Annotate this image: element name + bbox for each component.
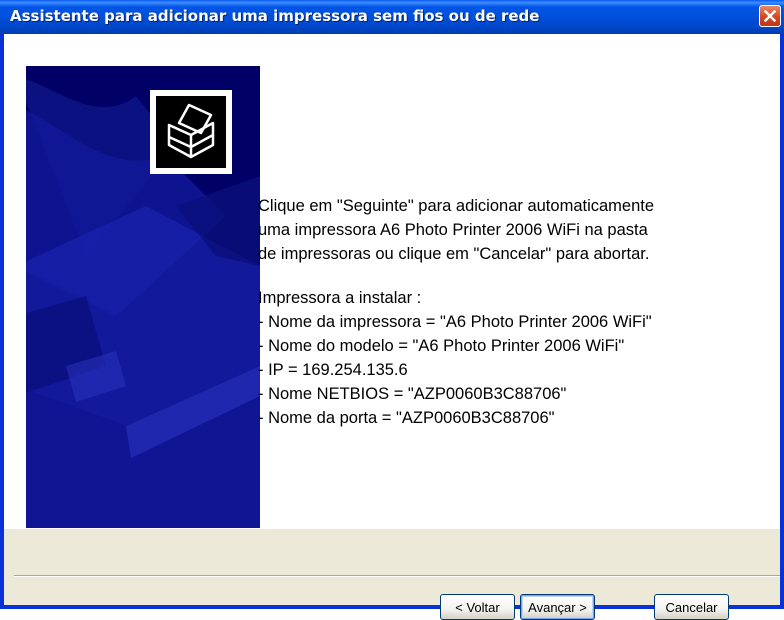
intro-line: uma impressora A6 Photo Printer 2006 WiF… — [258, 221, 648, 239]
wizard-message: Clique em "Seguinte" para adicionar auto… — [258, 194, 758, 430]
detail-ip: - IP = 169.254.135.6 — [258, 361, 408, 379]
dialog-client-area: Clique em "Seguinte" para adicionar auto… — [4, 34, 780, 620]
next-button[interactable]: Avançar > — [520, 594, 595, 620]
footer-separator — [14, 575, 780, 577]
close-icon — [764, 10, 776, 22]
install-heading: Impressora a instalar : — [258, 289, 422, 307]
detail-netbios: - Nome NETBIOS = "AZP0060B3C88706" — [258, 385, 567, 403]
detail-model-name: - Nome do modelo = "A6 Photo Printer 200… — [258, 337, 625, 355]
title-bar[interactable]: Assistente para adicionar uma impressora… — [0, 0, 784, 34]
wizard-content: Clique em "Seguinte" para adicionar auto… — [4, 34, 780, 529]
window-title: Assistente para adicionar uma impressora… — [10, 7, 540, 25]
back-button[interactable]: < Voltar — [440, 594, 515, 620]
close-button[interactable] — [759, 5, 781, 27]
intro-line: de impressoras ou clique em "Cancelar" p… — [258, 245, 650, 263]
side-illustration — [26, 66, 260, 528]
printer-icon — [167, 103, 215, 159]
printer-icon-badge — [150, 90, 232, 174]
wizard-window: Assistente para adicionar uma impressora… — [0, 0, 784, 620]
detail-printer-name: - Nome da impressora = "A6 Photo Printer… — [258, 313, 652, 331]
detail-port-name: - Nome da porta = "AZP0060B3C88706" — [258, 409, 555, 427]
cancel-button[interactable]: Cancelar — [654, 594, 729, 620]
intro-line: Clique em "Seguinte" para adicionar auto… — [258, 197, 655, 215]
